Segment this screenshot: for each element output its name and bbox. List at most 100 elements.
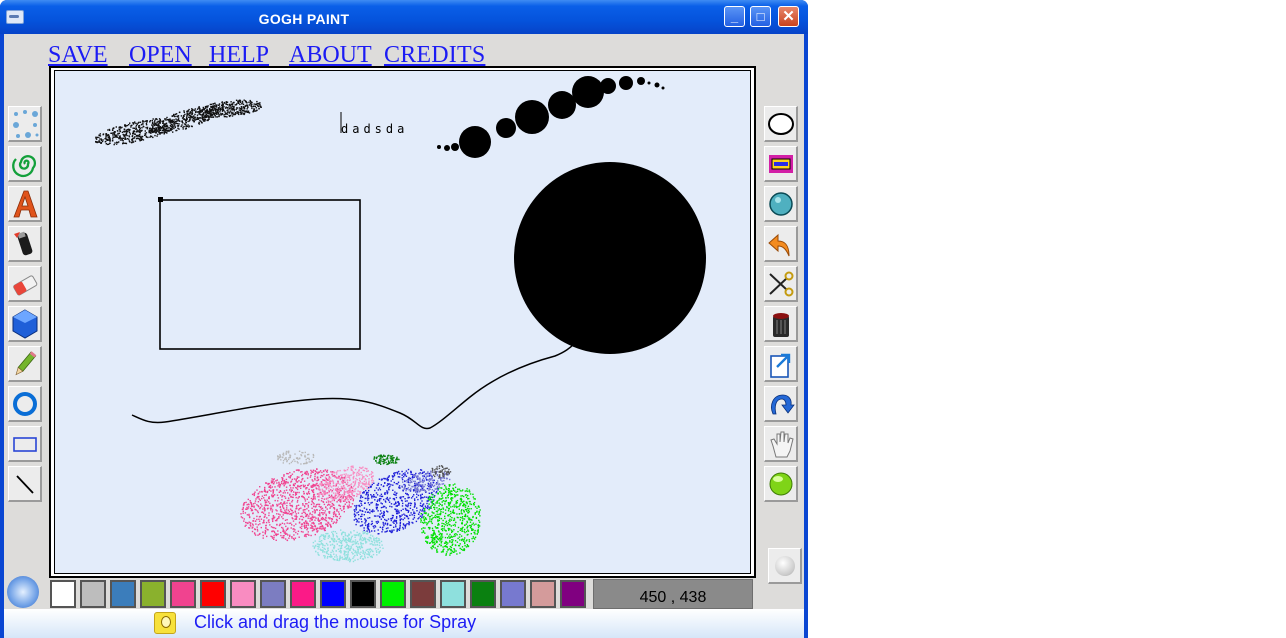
spray-dot xyxy=(122,137,125,139)
spray-dot xyxy=(372,525,374,527)
cut-tool[interactable] xyxy=(764,266,798,302)
spray-dot xyxy=(363,480,366,483)
text-tool[interactable] xyxy=(8,186,42,222)
spray-dot xyxy=(146,128,148,130)
color-swatch[interactable] xyxy=(500,580,526,608)
color-swatch[interactable] xyxy=(170,580,196,608)
spray-dot xyxy=(431,522,433,525)
spray-dot xyxy=(265,504,268,506)
color-swatch[interactable] xyxy=(470,580,496,608)
title-bar[interactable]: GOGH PAINT _ □ ✕ xyxy=(0,0,808,34)
spray-dot xyxy=(331,479,334,481)
menu-open[interactable]: OPEN xyxy=(129,42,192,68)
undo-tool[interactable] xyxy=(764,226,798,262)
color-swatch[interactable] xyxy=(110,580,136,608)
spray-dot xyxy=(260,518,263,520)
rectangle-tool[interactable] xyxy=(8,426,42,462)
polygon-tool[interactable] xyxy=(8,306,42,342)
round-button[interactable] xyxy=(768,548,802,584)
color-swatch[interactable] xyxy=(50,580,76,608)
ellipse-tool[interactable] xyxy=(764,106,798,142)
color-swatch[interactable] xyxy=(230,580,256,608)
spray-dot xyxy=(360,543,363,545)
spray-dot xyxy=(399,496,401,499)
pan-tool[interactable] xyxy=(764,426,798,462)
spray-dot xyxy=(431,479,434,482)
spray-dot xyxy=(420,521,422,523)
spray-dot xyxy=(410,512,412,514)
spray-dot xyxy=(410,502,413,505)
brush-tool[interactable] xyxy=(8,226,42,262)
spray-dot xyxy=(243,502,246,504)
spiral-tool[interactable] xyxy=(8,146,42,182)
spray-dot xyxy=(436,466,438,468)
spray-dot xyxy=(333,553,335,555)
spray-dot xyxy=(360,556,362,558)
spray-dot xyxy=(311,522,313,524)
color-swatch[interactable] xyxy=(440,580,466,608)
spray-dot xyxy=(362,469,364,471)
spray-dot xyxy=(285,486,288,488)
spray-dot xyxy=(352,473,354,475)
spray-dot xyxy=(278,481,280,484)
pencil-tool[interactable] xyxy=(8,346,42,382)
redo-tool[interactable] xyxy=(764,386,798,422)
light-tool[interactable] xyxy=(764,466,798,502)
settings-gear-icon[interactable] xyxy=(7,576,39,608)
color-swatch[interactable] xyxy=(410,580,436,608)
spray-dot xyxy=(362,531,364,533)
spray-dot xyxy=(340,529,342,531)
spray-dot xyxy=(112,138,114,140)
color-swatch[interactable] xyxy=(380,580,406,608)
maximize-button[interactable]: □ xyxy=(750,6,771,27)
spray-dot xyxy=(363,532,365,534)
clear-tool[interactable] xyxy=(764,306,798,342)
color-swatch[interactable] xyxy=(140,580,166,608)
spray-dot xyxy=(254,520,257,522)
menu-about[interactable]: ABOUT xyxy=(289,42,372,68)
spray-dot xyxy=(320,525,322,528)
spray-dot xyxy=(218,104,220,106)
close-button[interactable]: ✕ xyxy=(778,6,799,27)
brush-dots xyxy=(437,76,665,158)
spray-dot xyxy=(420,496,423,499)
spray-dot xyxy=(301,518,304,521)
ring-tool[interactable] xyxy=(8,386,42,422)
color-swatch[interactable] xyxy=(200,580,226,608)
menu-save[interactable]: SAVE xyxy=(48,42,108,68)
eraser-tool[interactable] xyxy=(8,266,42,302)
color-swatch[interactable] xyxy=(560,580,586,608)
spray-dot xyxy=(368,480,370,482)
spray-dot xyxy=(367,553,369,556)
color-swatch[interactable] xyxy=(290,580,316,608)
spray-dot xyxy=(309,520,311,522)
spray-dot xyxy=(457,526,460,529)
drawing-canvas[interactable]: dadsda xyxy=(54,70,751,574)
rounded-rect-tool[interactable] xyxy=(764,146,798,182)
color-swatch[interactable] xyxy=(530,580,556,608)
spray-dot xyxy=(368,553,371,555)
line-tool[interactable] xyxy=(8,466,42,502)
spray-dot xyxy=(238,113,240,116)
color-swatch[interactable] xyxy=(320,580,346,608)
spray-tool[interactable] xyxy=(8,106,42,142)
spray-dot xyxy=(422,530,425,532)
spray-dot xyxy=(138,135,140,137)
spray-dot xyxy=(304,505,306,507)
color-swatch[interactable] xyxy=(80,580,106,608)
color-swatch[interactable] xyxy=(260,580,286,608)
spray-dot xyxy=(311,507,313,509)
color-swatch[interactable] xyxy=(350,580,376,608)
menu-credits[interactable]: CREDITS xyxy=(384,42,485,68)
spray-dot xyxy=(377,548,379,551)
spray-dot xyxy=(434,532,436,535)
export-tool[interactable] xyxy=(764,346,798,382)
minimize-button[interactable]: _ xyxy=(724,6,745,27)
spray-dot xyxy=(386,522,389,525)
filled-ellipse-tool[interactable] xyxy=(764,186,798,222)
spray-dot xyxy=(418,513,420,515)
spray-dot xyxy=(364,502,366,504)
spray-dot xyxy=(250,102,252,104)
spray-dot xyxy=(236,111,238,113)
menu-help[interactable]: HELP xyxy=(209,42,269,68)
